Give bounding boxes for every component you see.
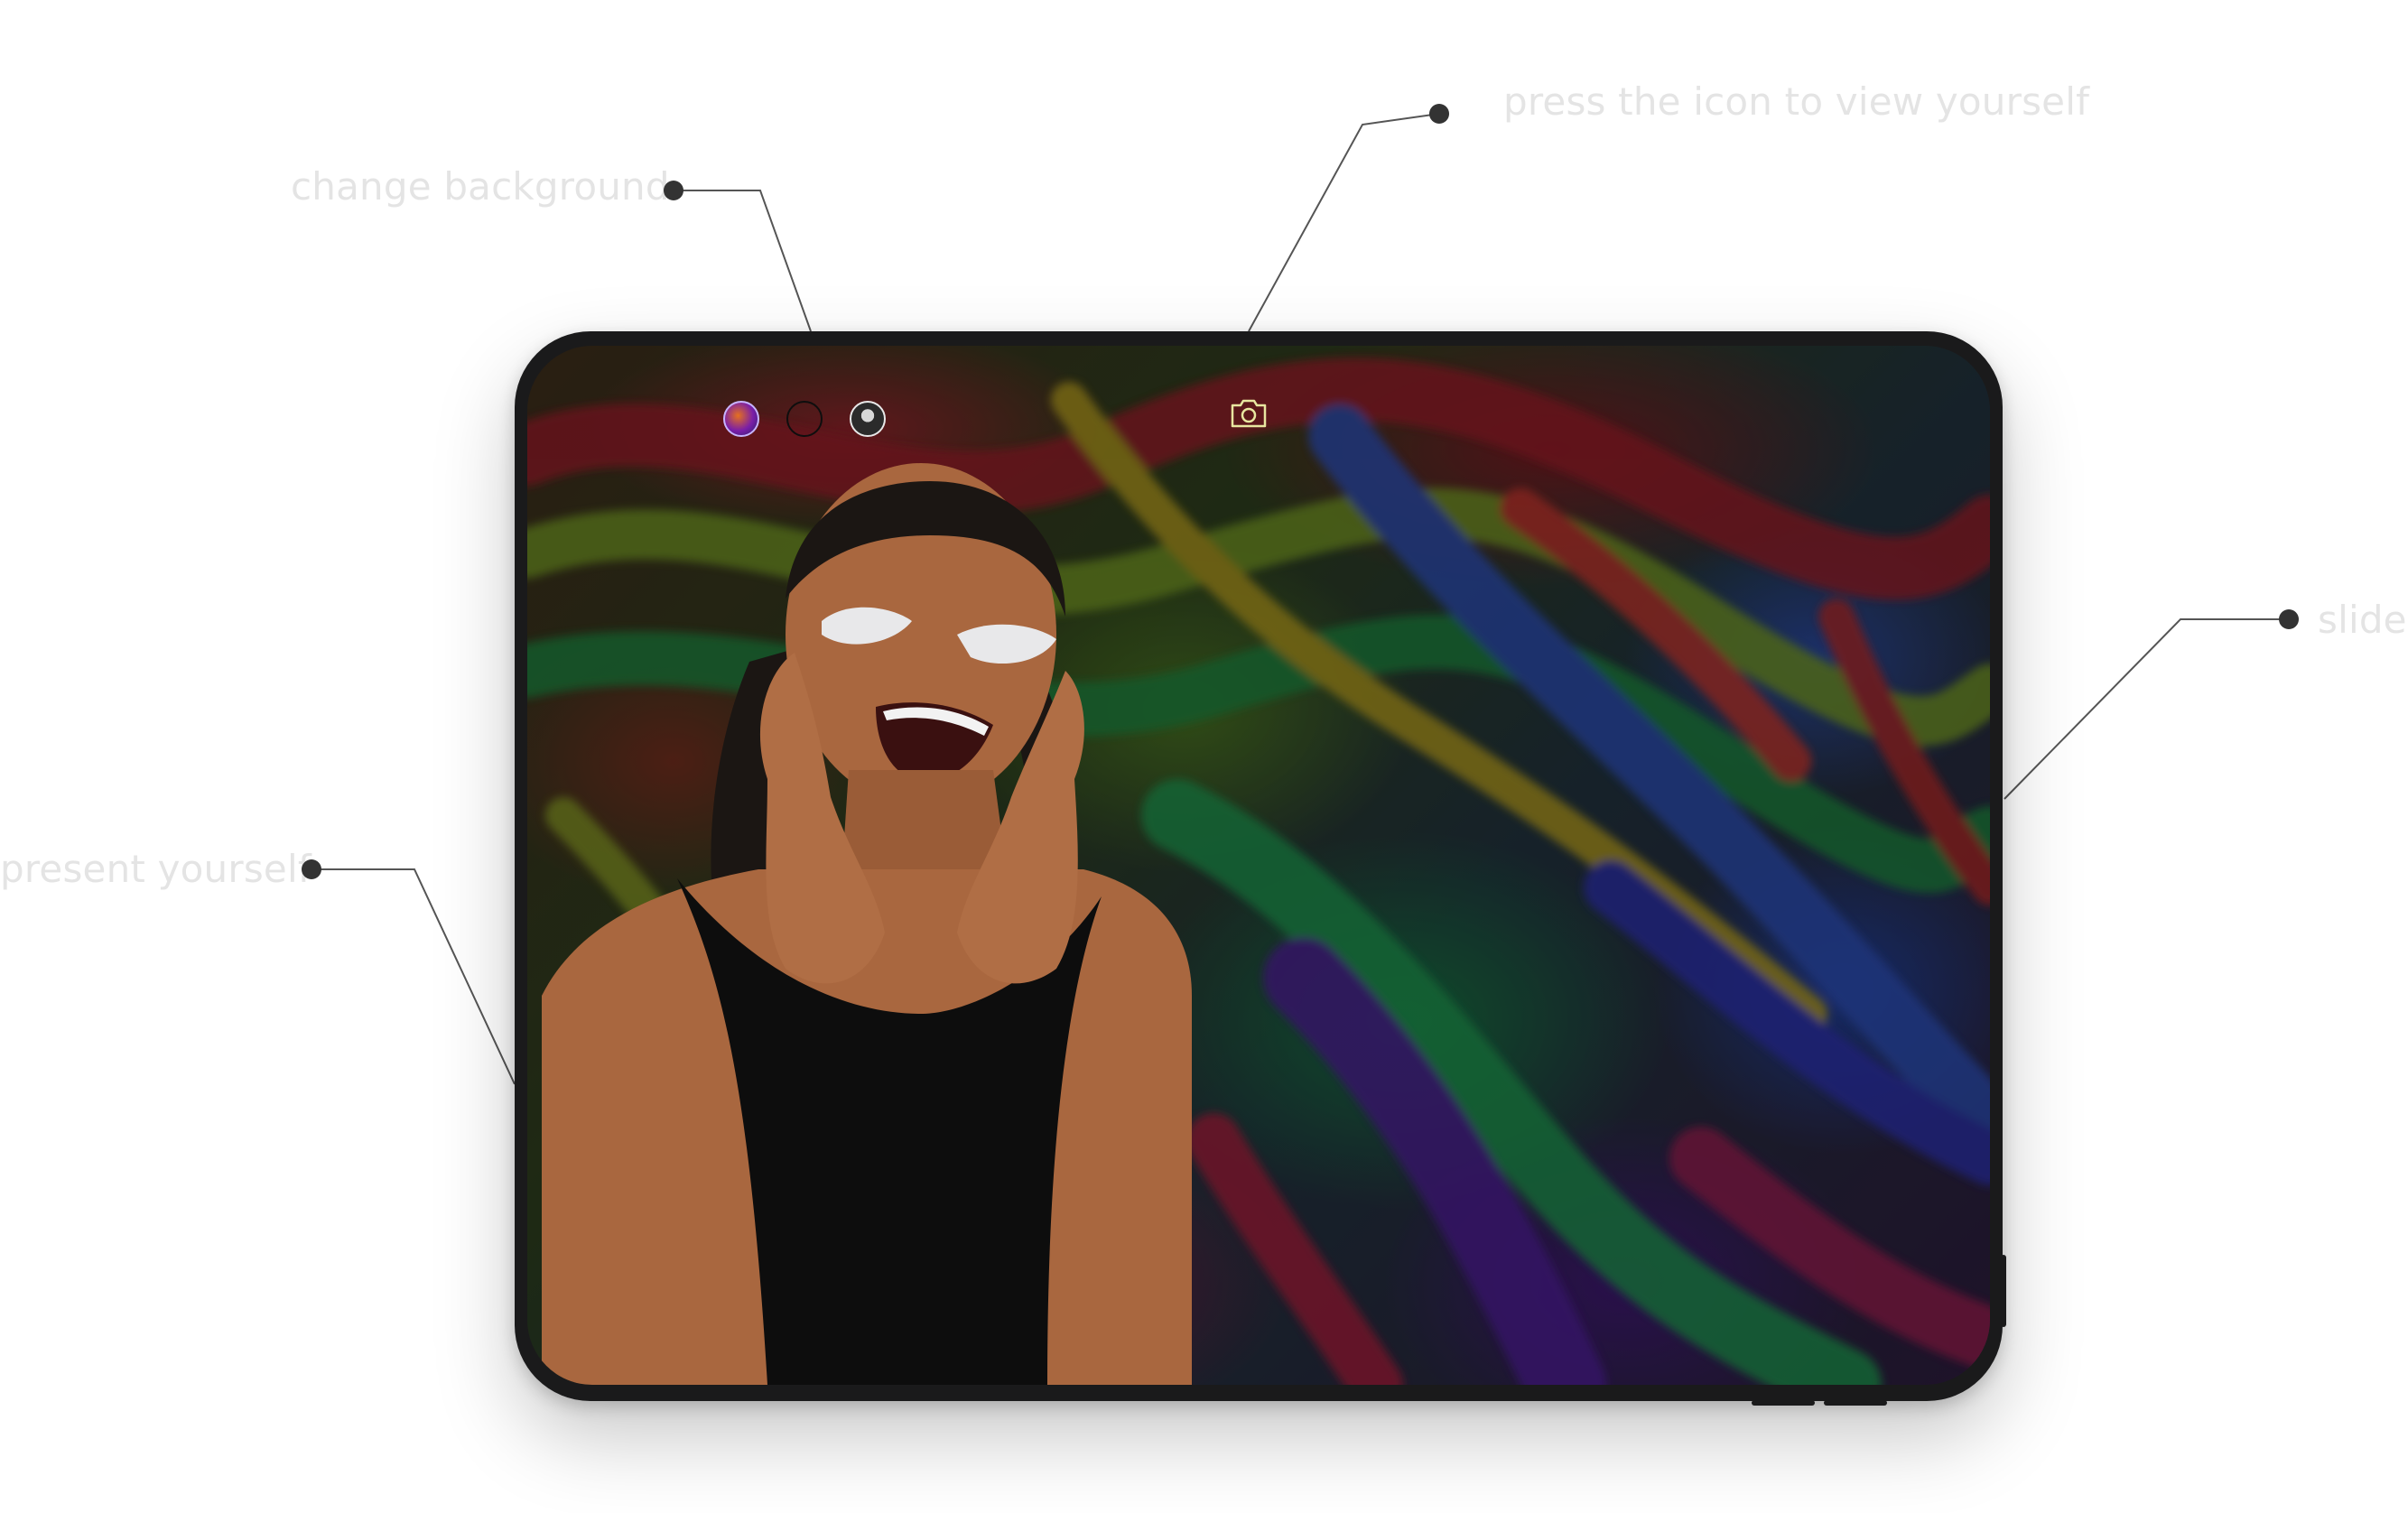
callout-view-yourself: press the icon to view yourself bbox=[1503, 79, 2090, 124]
leader-dot-camera bbox=[1429, 104, 1449, 124]
presenter-video bbox=[542, 463, 1192, 1385]
device-bottom-button bbox=[1752, 1400, 1815, 1406]
camera-icon[interactable] bbox=[1229, 397, 1269, 430]
leader-dot-slides bbox=[2279, 609, 2299, 629]
tablet-device bbox=[515, 331, 2003, 1401]
device-side-button bbox=[2001, 1255, 2006, 1327]
stage: change background press the icon to view… bbox=[0, 0, 2408, 1513]
leader-line-camera bbox=[1248, 113, 1440, 332]
callout-change-background: change background bbox=[291, 164, 670, 209]
leader-line-slides bbox=[2004, 618, 2289, 800]
leader-line-background bbox=[674, 190, 812, 332]
callout-present-yourself: present yourself bbox=[0, 847, 311, 891]
device-bottom-button bbox=[1824, 1400, 1887, 1406]
leader-line-present bbox=[311, 868, 516, 1085]
callout-slides: slides bbox=[2318, 598, 2408, 642]
presentation-screen[interactable] bbox=[527, 346, 1990, 1385]
